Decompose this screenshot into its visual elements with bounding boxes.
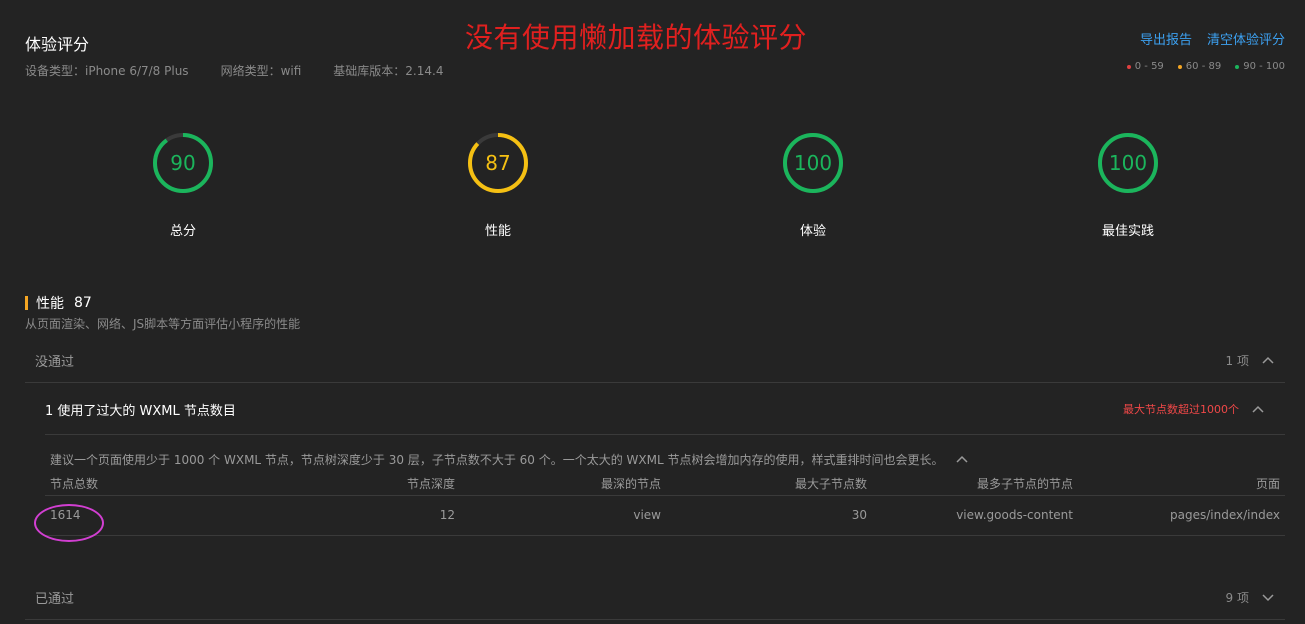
score-experience-label: 体验 (799, 224, 826, 239)
legend-orange-label: 60 - 89 (1185, 61, 1222, 72)
score-total-ring: 90 (153, 133, 213, 193)
audit-right: 最大节点数超过1000个 (1123, 401, 1265, 417)
score-legend: 0 - 59 60 - 89 90 - 100 (1126, 61, 1285, 72)
failed-count: 1 项 (1225, 353, 1249, 368)
lib-version: 基础库版本：2.14.4 (333, 64, 444, 78)
column-header: 页面 (1255, 477, 1280, 492)
legend-red-dot (1126, 64, 1131, 69)
score-performance-label: 性能 (484, 224, 511, 239)
score-performance: 87 性能 (428, 132, 568, 239)
audit-advice-text: 建议一个页面使用少于 1000 个 WXML 节点，节点树深度少于 30 层，子… (50, 452, 944, 467)
chevron-down-icon[interactable] (1261, 590, 1275, 604)
legend-red-label: 0 - 59 (1134, 61, 1164, 72)
score-experience-value: 100 (794, 151, 832, 175)
legend-green: 90 - 100 (1235, 61, 1285, 72)
column-header: 最深的节点 (600, 477, 661, 492)
export-report-link[interactable]: 导出报告 (1140, 29, 1192, 48)
chevron-up-icon[interactable] (955, 452, 969, 466)
score-best-practice: 100 最佳实践 (1058, 132, 1198, 239)
passed-label: 已通过 (35, 591, 75, 607)
failed-group-header[interactable]: 没通过 1 项 (25, 338, 1285, 383)
score-experience: 100 体验 (743, 132, 883, 239)
device-meta: 设备类型：iPhone 6/7/8 Plus 网络类型：wifi 基础库版本：2… (25, 62, 443, 79)
passed-right: 9 项 (1226, 589, 1275, 606)
column-header: 最大子节点数 (794, 477, 867, 492)
failed-right: 1 项 (1226, 352, 1275, 369)
score-experience-ring: 100 (783, 133, 843, 193)
table-cell: 12 (260, 494, 460, 536)
passed-group-header[interactable]: 已通过 9 项 (25, 575, 1285, 620)
column-header: 节点总数 (50, 477, 99, 492)
device-type: 设备类型：iPhone 6/7/8 Plus (25, 64, 189, 78)
audit-details: 建议一个页面使用少于 1000 个 WXML 节点，节点树深度少于 30 层，子… (45, 434, 1285, 536)
section-score: 87 (74, 295, 92, 311)
table-row: 1614 12 view 30 view.goods-content pages… (45, 494, 1285, 536)
header-actions: 导出报告 清空体验评分 (1140, 29, 1285, 48)
column-header: 节点深度 (406, 477, 455, 492)
clear-score-link[interactable]: 清空体验评分 (1207, 29, 1285, 48)
score-best-practice-value: 100 (1109, 151, 1147, 175)
chevron-up-icon[interactable] (1261, 353, 1275, 367)
audit-advice: 建议一个页面使用少于 1000 个 WXML 节点，节点树深度少于 30 层，子… (45, 435, 1285, 473)
legend-red: 0 - 59 (1126, 61, 1164, 72)
table-cell: view.goods-content (872, 494, 1078, 536)
audit-warning: 最大节点数超过1000个 (1123, 403, 1239, 416)
section-accent-bar (25, 296, 28, 310)
table-cell: pages/index/index (1078, 494, 1285, 536)
annotation-title: 没有使用懒加载的体验评分 (465, 21, 808, 54)
table-cell: 30 (666, 494, 872, 536)
audit-title: 1 使用了过大的 WXML 节点数目 (45, 403, 236, 419)
score-total-label: 总分 (169, 224, 196, 239)
passed-count: 9 项 (1225, 590, 1249, 605)
section-name: 性能 (36, 296, 64, 312)
failed-label: 没通过 (35, 354, 75, 370)
legend-orange-dot (1177, 64, 1182, 69)
section-header: 性能 87 (25, 293, 92, 313)
score-best-practice-label: 最佳实践 (1101, 224, 1154, 239)
chevron-up-icon[interactable] (1251, 402, 1265, 416)
page-title: 体验评分 (25, 35, 90, 54)
node-table: 节点总数 节点深度 最深的节点 最大子节点数 最多子节点的节点 页面 1614 … (45, 473, 1285, 536)
network-type: 网络类型：wifi (220, 64, 302, 78)
section-description: 从页面渲染、网络、JS脚本等方面评估小程序的性能 (25, 317, 301, 331)
legend-green-label: 90 - 100 (1243, 61, 1285, 72)
score-total: 90 总分 (113, 132, 253, 239)
table-cell: view (460, 494, 666, 536)
highlight-ellipse (34, 504, 104, 542)
score-performance-ring: 87 (468, 133, 528, 193)
column-header: 最多子节点的节点 (976, 477, 1073, 492)
score-performance-value: 87 (485, 151, 510, 175)
score-gauges: 90 总分 87 性能 100 体验 100 最佳实践 (0, 132, 1305, 242)
legend-green-dot (1235, 64, 1240, 69)
table-header-row: 节点总数 节点深度 最深的节点 最大子节点数 最多子节点的节点 页面 (45, 473, 1285, 495)
score-best-practice-ring: 100 (1098, 133, 1158, 193)
legend-orange: 60 - 89 (1177, 61, 1222, 72)
audit-item-header[interactable]: 1 使用了过大的 WXML 节点数目 最大节点数超过1000个 (25, 384, 1285, 434)
score-total-value: 90 (170, 151, 195, 175)
